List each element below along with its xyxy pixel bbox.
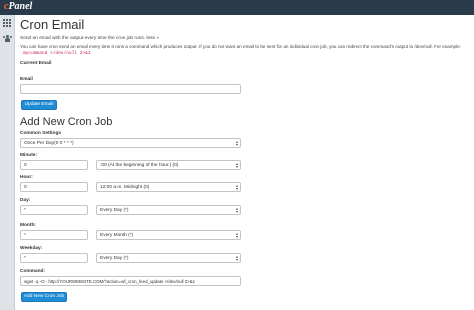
command-input[interactable]: wget -q -O - http://YOURWEBSITE.COM/?act… (20, 276, 241, 286)
add-cron-title: Add New Cron Job (20, 116, 113, 128)
month-select[interactable]: Every Month (*) ▴ ▾ (96, 230, 241, 240)
cron-email-help: You can have cron send an email every ti… (20, 44, 461, 49)
add-cron-job-button[interactable]: Add New Cron Job (21, 292, 67, 302)
minute-select[interactable]: :00 (At the beginning of the hour.) (0) ▴… (96, 160, 241, 170)
weekday-label: Weekday: (20, 246, 43, 251)
chevron-updown-icon: ▴ ▾ (235, 183, 238, 191)
minute-label: Minute: (20, 153, 38, 158)
email-label: Email (20, 77, 33, 82)
day-select[interactable]: Every Day (*) ▴ ▾ (96, 205, 241, 215)
users-icon[interactable] (3, 35, 12, 44)
command-label: Command: (20, 269, 46, 274)
chevron-updown-icon: ▴ ▾ (235, 231, 238, 239)
sidebar (0, 15, 15, 310)
chevron-updown-icon: ▴ ▾ (235, 254, 238, 262)
hour-label: Hour: (20, 175, 33, 180)
hour-input[interactable]: 0 (20, 182, 88, 192)
chevron-updown-icon: ▴ ▾ (235, 206, 238, 214)
weekday-input[interactable]: * (20, 253, 88, 263)
minute-input[interactable]: 0 (20, 160, 88, 170)
chevron-updown-icon: ▴ ▾ (235, 139, 238, 147)
update-email-button[interactable]: Update Email (21, 100, 57, 110)
day-input[interactable]: * (20, 205, 88, 215)
day-label: Day: (20, 198, 31, 203)
weekday-select[interactable]: Every Day (*) ▴ ▾ (96, 253, 241, 263)
common-settings-label: Common Settings (20, 131, 62, 136)
cron-email-intro: Send an email with the output every time… (20, 36, 159, 41)
top-bar: cPanel (0, 0, 474, 15)
grid-icon[interactable] (3, 19, 12, 28)
current-email-label: Current Email (20, 61, 52, 66)
email-input[interactable] (20, 84, 241, 94)
month-label: Month: (20, 223, 36, 228)
chevron-updown-icon: ▴ ▾ (235, 161, 238, 169)
cpanel-logo[interactable]: cPanel (4, 1, 32, 12)
common-settings-select[interactable]: Once Per Day(0 0 * * *) ▴ ▾ (20, 138, 241, 148)
example-command: mycommand >/dev/null 2>&1 (23, 51, 91, 56)
cron-email-title: Cron Email (20, 17, 85, 32)
month-input[interactable]: * (20, 230, 88, 240)
hour-select[interactable]: 12:00 a.m. Midnight (0) ▴ ▾ (96, 182, 241, 192)
